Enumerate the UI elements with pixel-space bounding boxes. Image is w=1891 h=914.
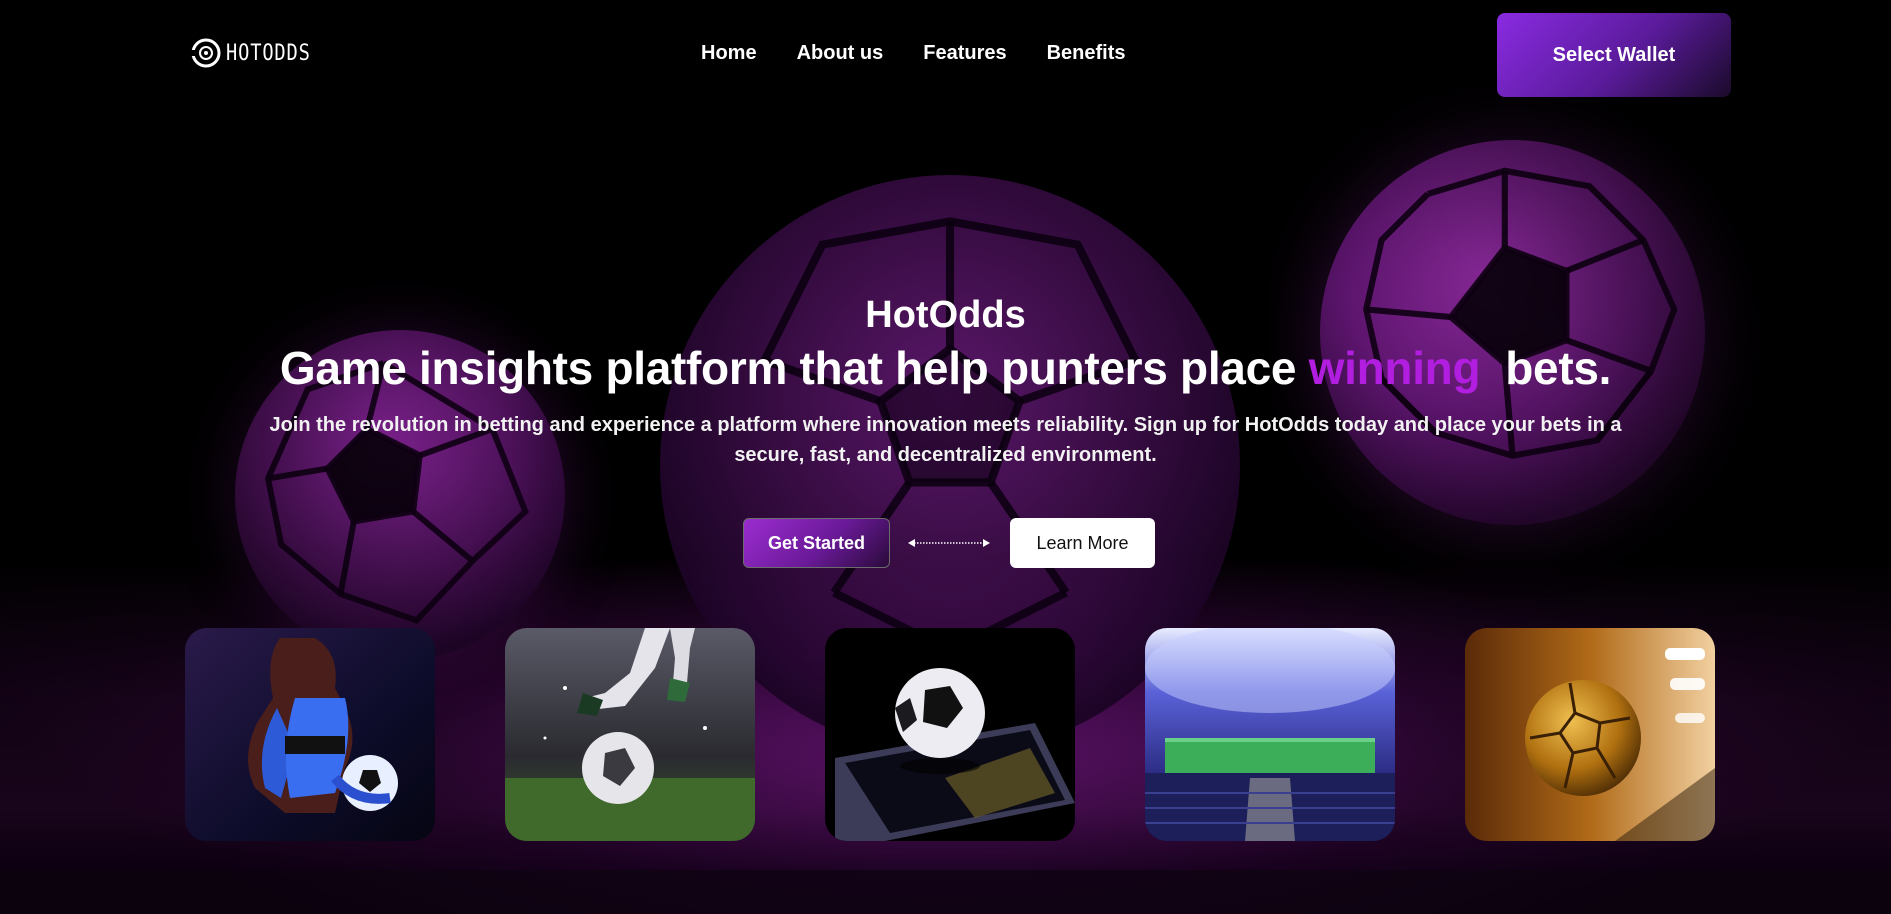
logo-wordmark: HOTODDS: [226, 40, 311, 66]
hero-subtitle: Join the revolution in betting and exper…: [269, 414, 1622, 466]
ball-on-smartphone-image: [825, 628, 1075, 841]
hero-brand-title: HotOdds: [865, 294, 1026, 336]
hero-headline: Game insights platform that help punters…: [0, 340, 1891, 396]
stadium-image: [1145, 628, 1395, 841]
hero-section: HotOdds Game insights platform that help…: [0, 290, 1891, 470]
gallery-card-woman: [185, 628, 435, 841]
headline-accent-word: winning: [1308, 342, 1481, 394]
main-nav: Home About us Features Benefits: [701, 42, 1126, 65]
gallery-card-kick: [505, 628, 755, 841]
nav-about-us-link[interactable]: About us: [797, 42, 884, 65]
learn-more-button[interactable]: Learn More: [1010, 518, 1155, 568]
select-wallet-button[interactable]: Select Wallet: [1497, 13, 1731, 97]
hero-cta-row: Get Started Learn More: [743, 518, 1155, 568]
double-arrow-connector-icon: [908, 539, 990, 547]
get-started-button[interactable]: Get Started: [743, 518, 890, 568]
top-navbar: HOTODDS Home About us Features Benefits …: [0, 0, 1891, 110]
gallery-card-gold-ball: [1465, 628, 1715, 841]
image-gallery: [185, 628, 1715, 841]
headline-text-start: Game insights platform that help punters…: [279, 342, 1309, 394]
nav-home-link[interactable]: Home: [701, 42, 757, 65]
hotodds-logo[interactable]: HOTODDS: [190, 36, 326, 70]
hotodds-logo-icon: [190, 38, 221, 68]
golden-ball-image: [1465, 628, 1715, 841]
nav-benefits-link[interactable]: Benefits: [1047, 42, 1126, 65]
gallery-card-phone: [825, 628, 1075, 841]
woman-with-soccer-ball-image: [185, 628, 435, 841]
player-kicking-ball-image: [505, 628, 755, 841]
landing-page: HOTODDS Home About us Features Benefits …: [0, 0, 1891, 914]
nav-features-link[interactable]: Features: [923, 42, 1006, 65]
headline-text-end: bets.: [1480, 342, 1612, 394]
gallery-card-stadium: [1145, 628, 1395, 841]
